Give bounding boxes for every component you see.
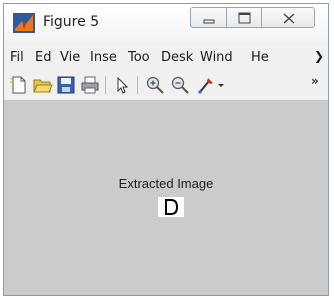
zoom-in-icon[interactable] (145, 75, 165, 95)
figure-window: Figure 5 Fil Ed Vie Inse Too Desk Wind H… (3, 3, 329, 296)
open-file-icon[interactable] (33, 75, 53, 95)
data-cursor-icon[interactable] (196, 75, 216, 95)
zoom-out-icon[interactable] (170, 75, 190, 95)
pointer-icon[interactable] (112, 75, 132, 95)
dropdown-arrow-icon[interactable] (216, 75, 226, 95)
maximize-icon (238, 12, 251, 24)
menu-bar: Fil Ed Vie Inse Too Desk Wind He ❯ (4, 47, 328, 69)
letter-d-glyph (165, 199, 179, 215)
extracted-image (158, 197, 184, 217)
title-bar[interactable]: Figure 5 (4, 4, 328, 41)
toolbar-separator (137, 76, 138, 94)
minimize-icon (203, 19, 215, 24)
toolbar-separator (105, 76, 106, 94)
close-icon (283, 13, 295, 24)
menu-tools[interactable]: Too (128, 50, 150, 65)
window-title: Figure 5 (43, 14, 100, 30)
matlab-logo-icon (13, 13, 35, 33)
print-icon[interactable] (80, 75, 100, 95)
figure-canvas[interactable]: Extracted Image (4, 101, 328, 295)
axes-title: Extracted Image (118, 176, 214, 191)
minimize-button[interactable] (190, 7, 227, 28)
menu-insert[interactable]: Inse (90, 50, 117, 65)
new-figure-icon[interactable] (9, 75, 29, 95)
menu-desktop[interactable]: Desk (161, 50, 193, 65)
save-icon[interactable] (56, 75, 76, 95)
close-button[interactable] (261, 7, 315, 28)
menu-view[interactable]: Vie (60, 50, 80, 65)
figure-toolbar: » (4, 70, 328, 101)
menu-edit[interactable]: Ed (35, 50, 51, 65)
maximize-button[interactable] (226, 7, 262, 28)
menu-help[interactable]: He (251, 50, 269, 65)
toolbar-overflow-button[interactable]: » (311, 74, 319, 88)
menu-file[interactable]: Fil (10, 50, 24, 65)
chevron-right-icon[interactable]: ❯ (314, 49, 324, 63)
menu-window[interactable]: Wind (200, 50, 233, 65)
